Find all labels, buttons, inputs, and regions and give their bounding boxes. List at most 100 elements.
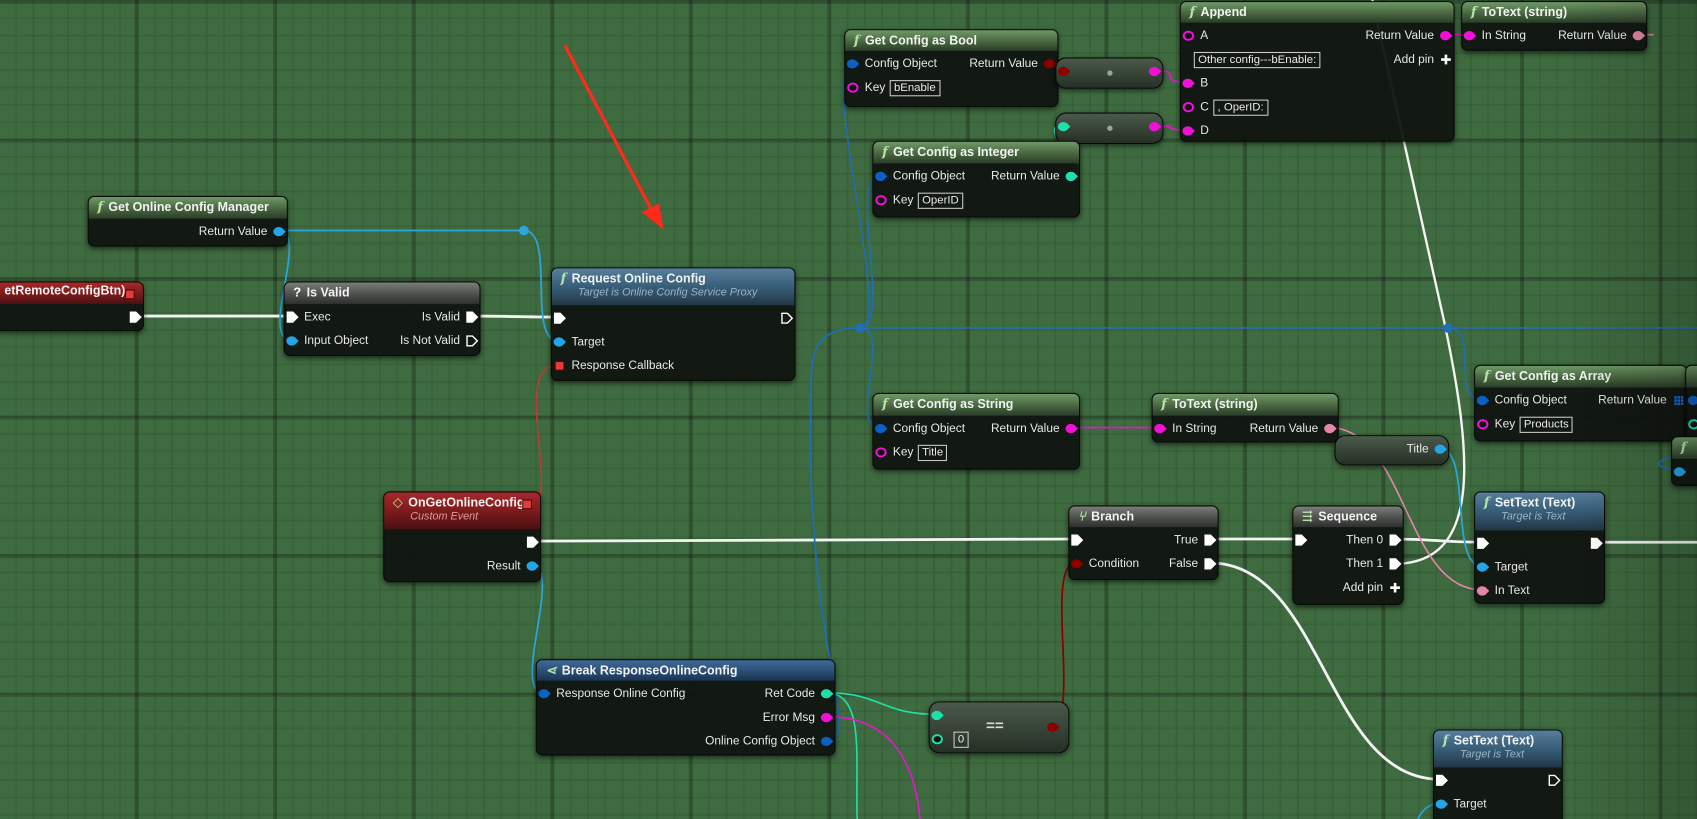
object_dark-pin-icon[interactable] <box>874 422 888 435</box>
int-pin-icon[interactable] <box>1057 120 1071 133</box>
exec-wire[interactable] <box>1394 537 1482 544</box>
string-pin-icon[interactable] <box>1182 101 1195 114</box>
object_dark-pin-icon[interactable] <box>846 57 860 70</box>
int-pin-icon[interactable] <box>820 687 834 700</box>
exec-pin-icon[interactable] <box>1590 537 1603 550</box>
string-wire[interactable] <box>825 715 921 819</box>
node-header[interactable]: f Get Config as Bool <box>845 30 1058 51</box>
pin-default-value-input[interactable]: , OperID: <box>1213 99 1268 116</box>
node-header[interactable]: ? Is Valid <box>284 282 480 305</box>
etremoteconfigbtn-node[interactable]: etRemoteConfigBtn) <box>0 281 144 332</box>
string-pin-icon[interactable] <box>1065 422 1078 435</box>
string-pin-icon[interactable] <box>874 446 887 459</box>
get-config-as-array-node[interactable]: f Get Config as Array Config Object Return … <box>1474 364 1688 442</box>
node-header[interactable]: f Get Config as String <box>873 393 1080 416</box>
totext-string-node[interactable]: f ToText (string) In String Return Value <box>1461 1 1648 51</box>
-node[interactable]: == 0 <box>928 701 1070 754</box>
object-pin-icon[interactable] <box>286 334 299 347</box>
string-pin-icon[interactable] <box>1148 120 1162 133</box>
node-header[interactable]: f Request Online Config Target is Online C… <box>551 268 795 306</box>
object-pin-icon[interactable] <box>273 225 286 238</box>
text-pin-icon[interactable] <box>1632 29 1646 42</box>
bool-output-pin-icon[interactable] <box>1047 721 1060 734</box>
object-pin-icon[interactable] <box>1673 465 1687 478</box>
exec-pin-icon[interactable] <box>553 312 566 325</box>
object-pin-icon[interactable] <box>553 336 567 349</box>
break-responseonlineconfig-node[interactable]: ⋖ Break ResponseOnlineConfig Response Onli… <box>535 659 836 756</box>
exec-pin-icon[interactable] <box>1389 534 1402 547</box>
ongetonlineconfig-node[interactable]: ◇ OnGetOnlineConfig Custom Event Result <box>383 491 542 583</box>
exec-pin-icon[interactable] <box>1476 537 1490 550</box>
node-header[interactable]: f Get Config as Integer <box>873 141 1080 164</box>
append-node[interactable]: f Append A Return Value Other config---bEnab… <box>1179 1 1455 142</box>
text-pin-icon[interactable] <box>1476 584 1490 597</box>
delegate-pin-icon[interactable] <box>553 359 566 372</box>
request-online-config-node[interactable]: f Request Online Config Target is Online C… <box>550 267 796 381</box>
node-header[interactable]: f Get Online Config Manager <box>88 196 287 219</box>
conv2-node[interactable] <box>1055 112 1164 144</box>
pin-default-value-input[interactable]: 0 <box>953 731 969 748</box>
get-online-config-manager-node[interactable]: f Get Online Config Manager Return Value <box>87 195 288 247</box>
string-pin-icon[interactable] <box>1182 29 1195 42</box>
delegate-pin-icon[interactable] <box>521 498 534 514</box>
exec-pin-icon[interactable] <box>1294 534 1308 547</box>
int-pin-icon[interactable] <box>1687 418 1697 431</box>
bool-pin-icon[interactable] <box>1070 557 1084 570</box>
exec-pin-icon[interactable] <box>1435 774 1449 787</box>
exec-pin-icon[interactable] <box>1204 534 1217 547</box>
exec-pin-icon[interactable] <box>286 311 299 324</box>
settext-text-node[interactable]: f SetText (Text) Target is Text Target In Te… <box>1474 491 1606 604</box>
pin-default-value-input[interactable]: bEnable <box>889 80 940 97</box>
string-pin-icon[interactable] <box>874 194 887 207</box>
string-pin-icon[interactable] <box>1182 77 1195 90</box>
totext-string-node[interactable]: f ToText (string) In String Return Value <box>1151 392 1339 443</box>
exec-pin-icon[interactable] <box>1070 534 1084 547</box>
node-header[interactable]: f <box>1672 437 1697 459</box>
node-header[interactable]: f ToText (string) <box>1152 393 1338 416</box>
int-pin-icon[interactable] <box>931 709 944 722</box>
sequence-node[interactable]: ⇶ Sequence Then 0 Then 1 Add pin <box>1292 505 1404 606</box>
object-pin-icon[interactable] <box>1435 798 1449 811</box>
int-pin-icon[interactable] <box>931 733 944 746</box>
object_dark-pin-icon[interactable] <box>1476 394 1490 407</box>
exec-wire[interactable] <box>531 537 1076 543</box>
exec-pin-icon[interactable] <box>780 312 794 325</box>
reroute-knot[interactable] <box>518 225 529 236</box>
conv1-node[interactable] <box>1055 57 1164 89</box>
node-header[interactable]: f Get Config as Array <box>1475 365 1687 388</box>
string-pin-icon[interactable] <box>1148 65 1162 78</box>
add-pin-icon[interactable] <box>1439 53 1452 66</box>
text-pin-icon[interactable] <box>1324 422 1337 435</box>
node-header[interactable]: ◇ OnGetOnlineConfig Custom Event <box>384 492 541 530</box>
exec-pin-icon[interactable] <box>465 334 479 347</box>
blueprint-graph-canvas[interactable]: etRemoteConfigBtn) f Get Online Config Man… <box>0 0 1697 819</box>
int-wire[interactable] <box>825 691 937 716</box>
exec-wire[interactable] <box>470 314 559 319</box>
object_dark-pin-icon[interactable] <box>538 687 551 700</box>
bool-pin-icon[interactable] <box>1057 65 1071 78</box>
string-pin-icon[interactable] <box>1439 29 1453 42</box>
delegate-wire[interactable] <box>530 363 559 509</box>
array-pin-icon[interactable] <box>1672 394 1685 407</box>
node-header[interactable]: f SetText (Text) Target is Text <box>1475 492 1604 531</box>
string-pin-icon[interactable] <box>820 711 834 724</box>
pin-default-value-input[interactable]: Title <box>917 444 948 462</box>
string-pin-icon[interactable] <box>1182 124 1195 137</box>
reroute-knot[interactable] <box>855 323 866 333</box>
object-pin-icon[interactable] <box>526 560 539 573</box>
settext-text-node[interactable]: f SetText (Text) Target is Text Target <box>1432 729 1563 819</box>
pin-default-value-input[interactable]: Other config---bEnable: <box>1193 51 1321 69</box>
exec-pin-icon[interactable] <box>1389 557 1402 570</box>
is-valid-node[interactable]: ? Is Valid Exec Is Valid Input Object Is Not … <box>283 281 481 357</box>
get-config-as-string-node[interactable]: f Get Config as String Config Object Return… <box>872 392 1081 470</box>
exec-pin-icon[interactable] <box>129 311 142 324</box>
exec-pin-icon[interactable] <box>465 311 479 324</box>
node-header[interactable]: f Append <box>1180 2 1454 23</box>
node-header[interactable]: f SetText (Text) Target is Text <box>1434 730 1562 768</box>
branch-node[interactable]: ⑂ Branch True Condition False <box>1068 505 1219 581</box>
exec-pin-icon[interactable] <box>1204 557 1217 570</box>
titlevar-node[interactable]: Title <box>1334 435 1450 466</box>
clip1-node[interactable] <box>1685 364 1697 442</box>
reroute-knot[interactable] <box>1443 323 1453 333</box>
node-header[interactable] <box>1686 365 1697 388</box>
